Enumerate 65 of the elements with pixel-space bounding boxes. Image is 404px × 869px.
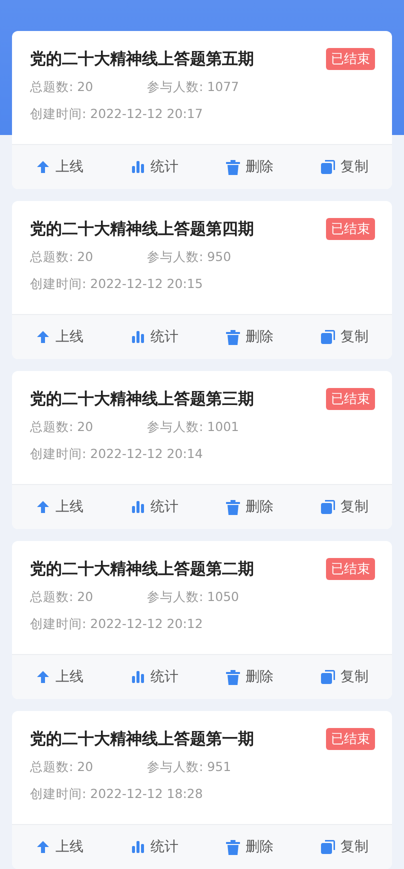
delete-button[interactable]: 删除 (202, 327, 297, 347)
stats-button[interactable]: 统计 (107, 157, 202, 177)
created-time: 创建时间: 2022-12-12 18:28 (30, 786, 204, 803)
quiz-title: 党的二十大精神线上答题第二期 (30, 558, 254, 580)
bar-chart-icon (130, 670, 144, 684)
online-button[interactable]: 上线 (12, 327, 107, 347)
arrow-up-icon (36, 330, 50, 344)
copy-icon (320, 840, 334, 854)
copy-button[interactable]: 复制 (297, 837, 392, 857)
quiz-title: 党的二十大精神线上答题第一期 (30, 728, 254, 750)
stats-button[interactable]: 统计 (107, 327, 202, 347)
created-time: 创建时间: 2022-12-12 20:14 (30, 446, 204, 463)
participant-count: 参与人数: 1001 (147, 419, 239, 436)
participant-count: 参与人数: 1050 (147, 589, 239, 606)
bar-chart-icon (130, 500, 144, 514)
arrow-up-icon (36, 500, 50, 514)
bar-chart-icon (130, 840, 144, 854)
bar-chart-icon (130, 160, 144, 174)
status-badge: 已结束 (326, 388, 375, 410)
participant-count: 参与人数: 1077 (147, 79, 239, 96)
arrow-up-icon (36, 670, 50, 684)
delete-button[interactable]: 删除 (202, 667, 297, 687)
stats-button[interactable]: 统计 (107, 497, 202, 517)
status-badge: 已结束 (326, 218, 375, 240)
trash-icon (226, 160, 240, 174)
question-count: 总题数: 20 (30, 589, 94, 606)
online-button[interactable]: 上线 (12, 667, 107, 687)
trash-icon (226, 670, 240, 684)
arrow-up-icon (36, 160, 50, 174)
copy-icon (320, 500, 334, 514)
created-time: 创建时间: 2022-12-12 20:15 (30, 276, 204, 293)
copy-icon (320, 330, 334, 344)
copy-button[interactable]: 复制 (297, 327, 392, 347)
created-time: 创建时间: 2022-12-12 20:17 (30, 106, 204, 123)
delete-button[interactable]: 删除 (202, 497, 297, 517)
copy-button[interactable]: 复制 (297, 497, 392, 517)
copy-icon (320, 670, 334, 684)
question-count: 总题数: 20 (30, 759, 94, 776)
bar-chart-icon (130, 330, 144, 344)
status-badge: 已结束 (326, 48, 375, 70)
participant-count: 参与人数: 950 (147, 249, 232, 266)
delete-button[interactable]: 删除 (202, 837, 297, 857)
created-time: 创建时间: 2022-12-12 20:12 (30, 616, 204, 633)
copy-button[interactable]: 复制 (297, 157, 392, 177)
online-button[interactable]: 上线 (12, 837, 107, 857)
stats-button[interactable]: 统计 (107, 837, 202, 857)
stats-button[interactable]: 统计 (107, 667, 202, 687)
trash-icon (226, 500, 240, 514)
quiz-title: 党的二十大精神线上答题第三期 (30, 388, 254, 410)
trash-icon (226, 330, 240, 344)
quiz-title: 党的二十大精神线上答题第五期 (30, 48, 254, 70)
status-badge: 已结束 (326, 728, 375, 750)
question-count: 总题数: 20 (30, 419, 94, 436)
online-button[interactable]: 上线 (12, 157, 107, 177)
participant-count: 参与人数: 951 (147, 759, 232, 776)
quiz-title: 党的二十大精神线上答题第四期 (30, 218, 254, 240)
question-count: 总题数: 20 (30, 79, 94, 96)
trash-icon (226, 840, 240, 854)
online-button[interactable]: 上线 (12, 497, 107, 517)
question-count: 总题数: 20 (30, 249, 94, 266)
copy-icon (320, 160, 334, 174)
copy-button[interactable]: 复制 (297, 667, 392, 687)
status-badge: 已结束 (326, 558, 375, 580)
arrow-up-icon (36, 840, 50, 854)
delete-button[interactable]: 删除 (202, 157, 297, 177)
